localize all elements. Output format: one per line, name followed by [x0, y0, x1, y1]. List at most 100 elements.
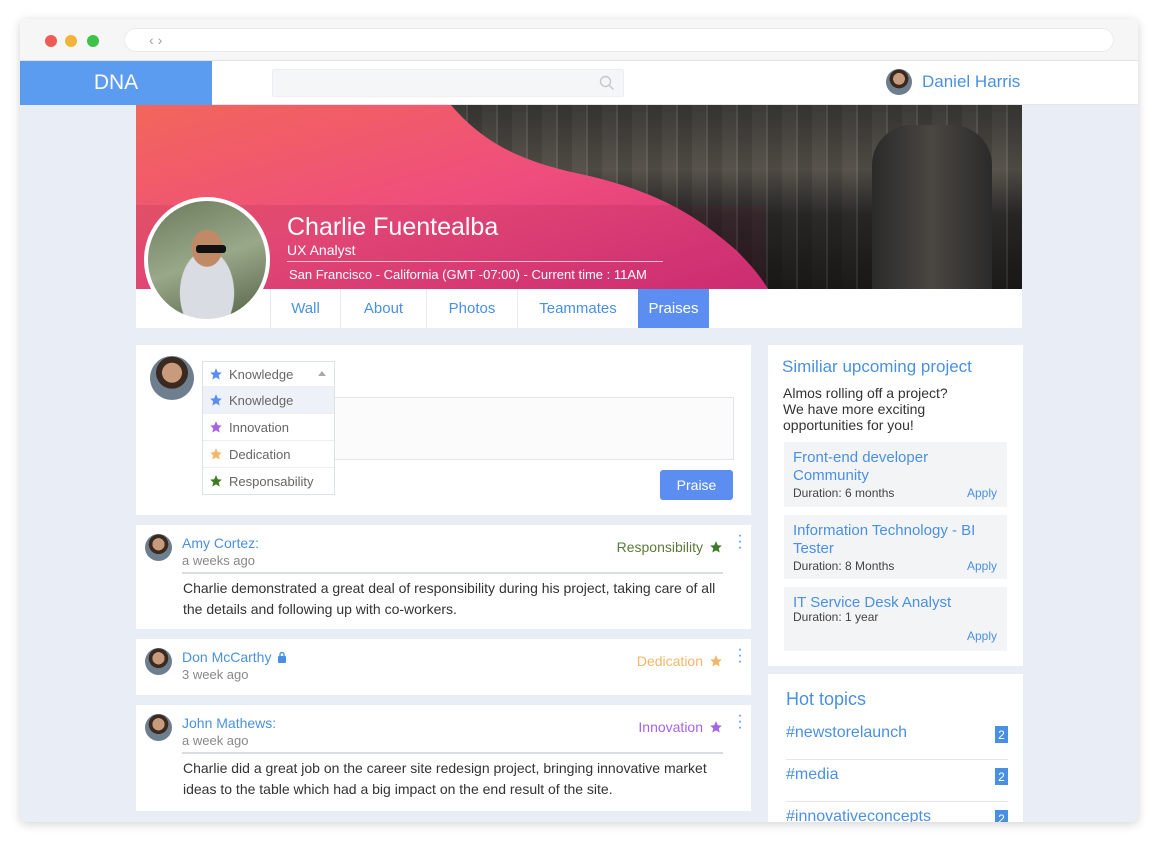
search-input[interactable]: [272, 69, 624, 97]
praise-compose-card: Knowledge Knowledge Innovation Dedicatio…: [136, 345, 751, 515]
project-duration: Duration: 6 months: [793, 486, 895, 500]
praise-post: Don McCarthy 3 week ago Dedication · · ·: [136, 639, 751, 695]
search-icon[interactable]: [599, 75, 615, 91]
upcoming-projects-card: Similiar upcoming project Almos rolling …: [768, 345, 1023, 666]
tab-about[interactable]: About: [340, 289, 426, 328]
apply-link[interactable]: Apply: [967, 559, 997, 573]
maximize-window-button[interactable]: [87, 35, 99, 47]
post-divider: [182, 572, 723, 574]
praise-category-dropdown[interactable]: Knowledge Knowledge Innovation Dedicatio…: [202, 361, 335, 495]
project-title[interactable]: Information Technology - BI Tester: [793, 522, 983, 558]
composer-avatar: [150, 356, 194, 400]
star-icon: [210, 368, 222, 380]
topic-tag[interactable]: #media: [786, 766, 838, 784]
star-icon: [210, 475, 222, 487]
author-avatar[interactable]: [145, 648, 172, 675]
tab-photos[interactable]: Photos: [426, 289, 517, 328]
apply-link[interactable]: Apply: [967, 629, 997, 643]
hot-topics-card: Hot topics #newstorelaunch 2 #media 2 #i…: [768, 674, 1023, 822]
address-bar[interactable]: ‹›: [124, 28, 1114, 52]
more-options-icon[interactable]: · · ·: [737, 528, 743, 556]
apply-link[interactable]: Apply: [967, 486, 997, 500]
app-header: DNA Daniel Harris: [20, 61, 1138, 105]
category-label: Dedication: [636, 653, 703, 669]
praise-post: Amy Cortez: a weeks ago Responsibility ·…: [136, 525, 751, 629]
post-author-wrap[interactable]: Don McCarthy: [182, 649, 287, 665]
category-label: Innovation: [638, 719, 703, 735]
project-item[interactable]: Front-end developer Community Duration: …: [784, 442, 1007, 507]
dropdown-option-responsability[interactable]: Responsability: [203, 467, 334, 494]
more-options-icon[interactable]: · · ·: [737, 642, 743, 670]
praise-post: John Mathews: a week ago Innovation · · · …: [136, 705, 751, 811]
topic-tag[interactable]: #innovativeconcepts: [786, 808, 931, 822]
upcoming-intro: Almos rolling off a project? We have mor…: [783, 385, 948, 433]
topic-count-badge: 2: [995, 726, 1008, 743]
post-author[interactable]: Amy Cortez:: [182, 535, 259, 551]
post-time: a weeks ago: [182, 553, 255, 568]
post-category: Dedication: [637, 653, 723, 669]
post-divider: [182, 752, 723, 754]
star-icon: [210, 448, 222, 460]
more-options-icon[interactable]: · · ·: [737, 708, 743, 736]
post-category: Responsibility: [617, 539, 723, 555]
dropdown-option-dedication[interactable]: Dedication: [203, 440, 334, 467]
topic-tag[interactable]: #newstorelaunch: [786, 724, 907, 742]
browser-chrome: ‹›: [20, 19, 1138, 61]
post-category: Innovation: [638, 719, 723, 735]
star-icon: [710, 655, 722, 667]
hot-topics-title: Hot topics: [786, 689, 867, 709]
app-logo[interactable]: DNA: [20, 61, 212, 105]
star-icon: [210, 394, 222, 406]
chevron-up-icon[interactable]: [318, 371, 326, 376]
browser-window: ‹› DNA Daniel Harris Charlie Fuentealba: [20, 19, 1138, 822]
tab-teammates[interactable]: Teammates: [517, 289, 638, 328]
post-author[interactable]: John Mathews:: [182, 715, 276, 731]
profile-avatar: [144, 197, 270, 323]
tab-praises[interactable]: Praises: [638, 289, 709, 328]
hot-topic-item[interactable]: #media 2: [786, 760, 1008, 802]
lock-icon: [278, 651, 287, 663]
topic-count-badge: 2: [995, 768, 1008, 785]
author-avatar[interactable]: [145, 534, 172, 561]
upcoming-title: Similiar upcoming project: [782, 357, 972, 376]
project-item[interactable]: Information Technology - BI Tester Durat…: [784, 515, 1007, 579]
user-menu[interactable]: Daniel Harris: [886, 69, 1020, 95]
praise-textarea[interactable]: [334, 397, 734, 460]
post-time: a week ago: [182, 733, 249, 748]
star-icon: [210, 421, 222, 433]
praise-button[interactable]: Praise: [660, 470, 733, 500]
category-label: Responsibility: [616, 539, 703, 555]
post-author[interactable]: Don McCarthy: [182, 649, 271, 665]
dropdown-option-knowledge[interactable]: Knowledge: [203, 386, 334, 413]
profile-name: Charlie Fuentealba: [287, 213, 499, 241]
dropdown-option-innovation[interactable]: Innovation: [203, 413, 334, 440]
option-label: Responsability: [229, 473, 314, 489]
profile-divider: [287, 261, 663, 262]
profile-role: UX Analyst: [287, 242, 356, 258]
post-body: Charlie demonstrated a great deal of res…: [183, 580, 716, 617]
profile-tabs: Wall About Photos Teammates Praises: [136, 289, 1022, 328]
topic-count-badge: 2: [995, 810, 1008, 822]
tab-wall[interactable]: Wall: [270, 289, 340, 328]
option-label: Knowledge: [229, 392, 294, 408]
back-forward-icons[interactable]: ‹›: [149, 32, 166, 48]
star-icon: [710, 721, 722, 733]
post-body: Charlie did a great job on the career si…: [183, 760, 707, 797]
user-avatar[interactable]: [886, 69, 912, 95]
option-label: Innovation: [229, 419, 289, 435]
project-duration: Duration: 8 Months: [793, 559, 895, 573]
close-window-button[interactable]: [45, 35, 57, 47]
profile-location: San Francisco - California (GMT -07:00) …: [289, 267, 647, 282]
dropdown-selected[interactable]: Knowledge: [203, 362, 334, 386]
user-name[interactable]: Daniel Harris: [922, 72, 1020, 92]
project-item[interactable]: IT Service Desk Analyst Duration: 1 year…: [784, 587, 1007, 651]
option-label: Dedication: [229, 446, 291, 462]
minimize-window-button[interactable]: [65, 35, 77, 47]
hot-topic-item[interactable]: #innovativeconcepts 2: [786, 802, 1008, 822]
hot-topic-item[interactable]: #newstorelaunch 2: [786, 718, 1008, 760]
author-avatar[interactable]: [145, 714, 172, 741]
star-icon: [710, 541, 722, 553]
project-duration: Duration: 1 year: [793, 610, 879, 624]
project-title[interactable]: Front-end developer Community: [793, 449, 983, 485]
dropdown-selected-label: Knowledge: [229, 366, 294, 382]
